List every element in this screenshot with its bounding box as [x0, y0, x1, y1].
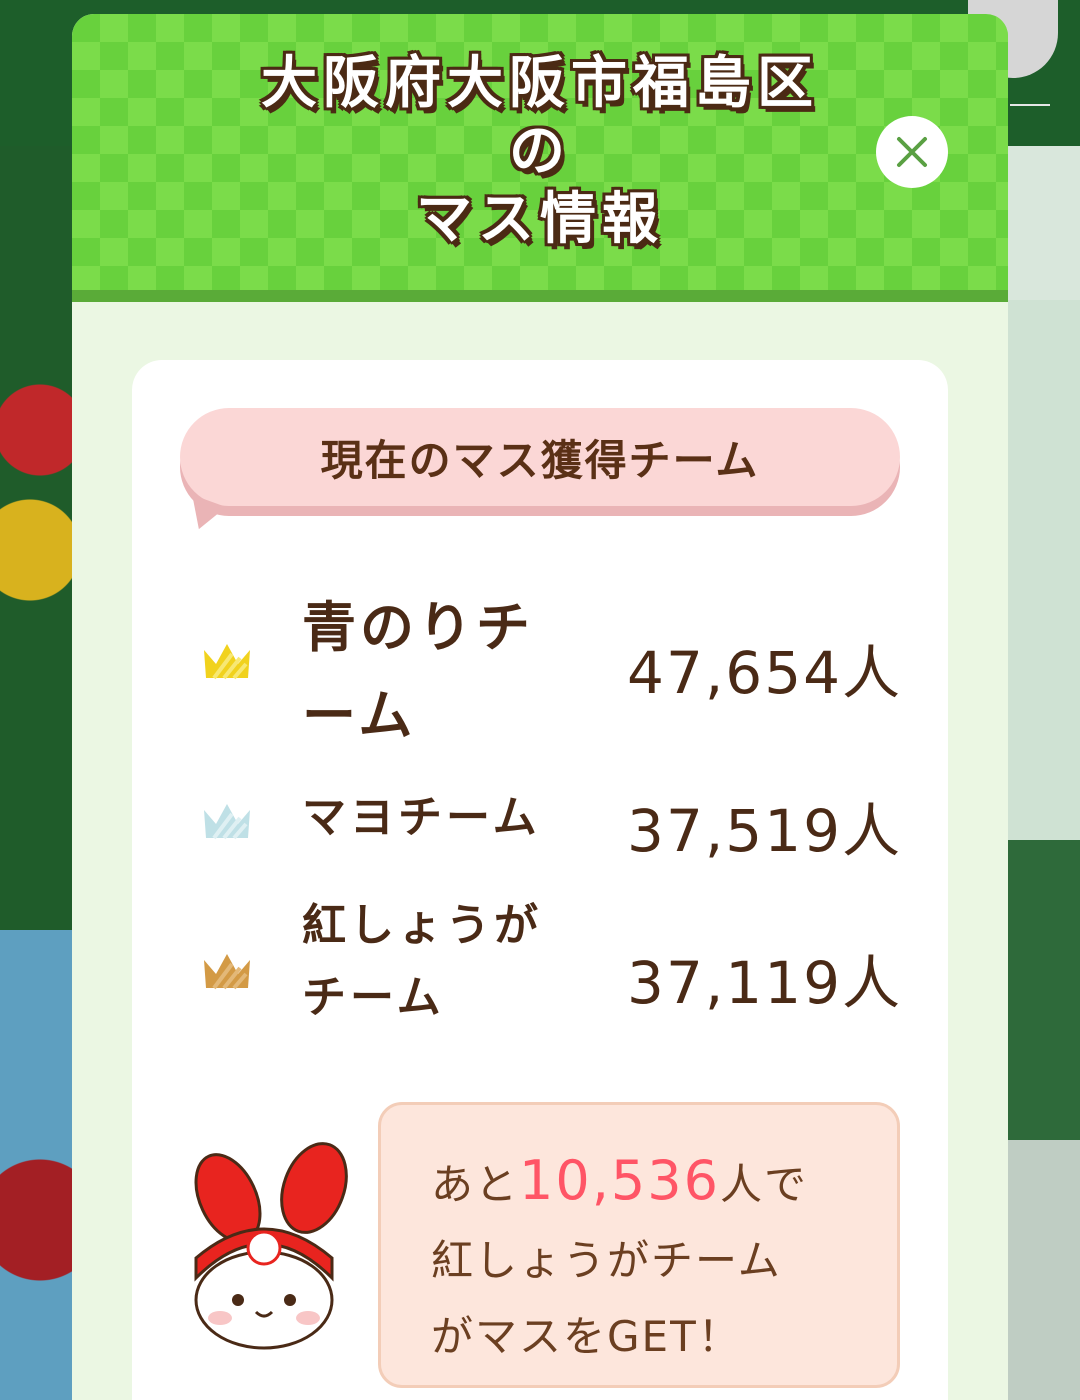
gold-crown-icon — [204, 644, 250, 680]
bronze-crown-icon — [204, 954, 250, 990]
message-line-2: 紅しょうがチーム — [431, 1236, 782, 1285]
message-line-1: あと10,536人で — [431, 1143, 847, 1223]
team-row-1: 青のりチーム 47,654人 — [132, 580, 948, 747]
map-edge — [1008, 140, 1080, 1400]
map-divider — [1010, 104, 1050, 106]
mascot-rabbit-icon — [194, 1142, 348, 1350]
team-count-3: 37,119人 — [627, 949, 902, 1017]
team-row-3: 紅しょうがチーム 37,119人 — [132, 890, 948, 1040]
status-message-box: あと10,536人で 紅しょうがチーム がマスをGET！ — [378, 1102, 900, 1388]
silver-crown-icon — [204, 804, 250, 840]
team-name-1: 青のりチーム — [302, 596, 534, 747]
modal-header: 大阪府大阪市福島区 の マス情報 — [72, 14, 1008, 302]
title-line-1: 大阪府大阪市福島区 — [261, 51, 819, 116]
close-button[interactable] — [876, 116, 948, 188]
message-prefix: あと — [431, 1160, 520, 1209]
title-line-3: マス情報 — [416, 187, 664, 252]
remaining-count: 10,536 — [519, 1149, 720, 1212]
modal-title: 大阪府大阪市福島区 の マス情報 — [182, 50, 898, 254]
team-count-2: 37,519人 — [627, 797, 902, 865]
team-row-2: マヨチーム 37,519人 — [132, 780, 948, 865]
area-info-modal: 大阪府大阪市福島区 の マス情報 現在のマス獲得チーム 青のりチーム 47,65… — [72, 14, 1008, 1400]
close-icon — [897, 137, 927, 167]
message-suffix: 人で — [719, 1160, 808, 1209]
title-line-2: の — [509, 119, 571, 184]
section-heading: 現在のマス獲得チーム — [320, 435, 760, 485]
message-line-3: がマスをGET！ — [431, 1312, 742, 1361]
section-heading-bubble: 現在のマス獲得チーム — [180, 408, 900, 506]
team-count-1: 47,654人 — [627, 639, 902, 707]
team-ranking-card: 現在のマス獲得チーム 青のりチーム 47,654人 マヨチーム 37,519人 — [132, 360, 948, 1400]
team-name-2: マヨチーム — [302, 792, 541, 843]
team-name-3: 紅しょうがチーム — [302, 900, 542, 1023]
